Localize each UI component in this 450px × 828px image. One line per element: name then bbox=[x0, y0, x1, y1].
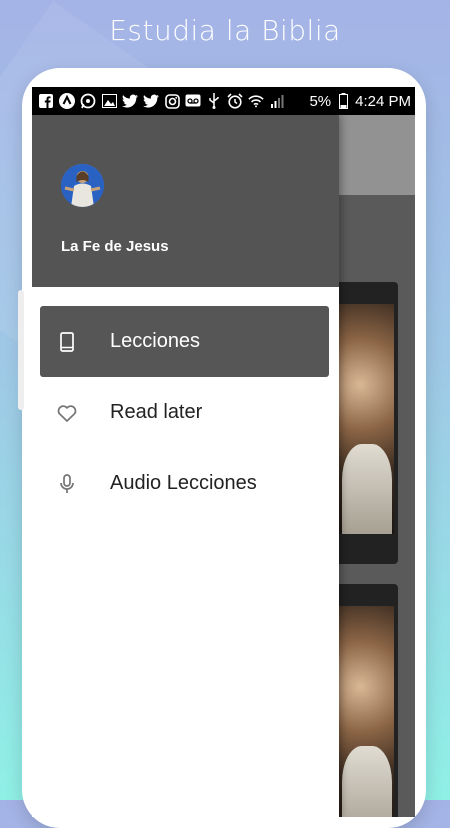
lesson-card[interactable] bbox=[332, 282, 398, 564]
lesson-card[interactable] bbox=[332, 584, 398, 817]
menu-item-label: Lecciones bbox=[110, 330, 201, 352]
twitter-icon bbox=[143, 93, 159, 109]
drawer-header: La Fe de Jesus bbox=[32, 115, 339, 287]
microphone-icon bbox=[55, 472, 79, 496]
jesus-image bbox=[338, 304, 394, 534]
phone-frame: 5% 4:24 PM La Fe de Jesus Lecciones Read… bbox=[22, 68, 426, 828]
phone-screen: 5% 4:24 PM La Fe de Jesus Lecciones Read… bbox=[32, 87, 415, 817]
whatsapp-icon bbox=[80, 93, 96, 109]
menu-item-lecciones[interactable]: Lecciones bbox=[40, 306, 329, 377]
battery-icon bbox=[335, 93, 351, 109]
app-name: La Fe de Jesus bbox=[61, 238, 169, 255]
promo-title: Estudia la Biblia bbox=[109, 14, 341, 47]
menu-item-read-later[interactable]: Read later bbox=[40, 377, 329, 448]
menu-item-audio-lecciones[interactable]: Audio Lecciones bbox=[40, 448, 329, 519]
menu-item-label: Audio Lecciones bbox=[110, 472, 257, 494]
arrow-up-icon bbox=[59, 93, 75, 109]
avatar[interactable] bbox=[61, 164, 104, 207]
navigation-drawer: La Fe de Jesus Lecciones Read later Audi… bbox=[32, 115, 339, 817]
alarm-icon bbox=[227, 93, 243, 109]
book-icon bbox=[55, 330, 79, 354]
twitter-icon bbox=[122, 93, 138, 109]
status-time: 4:24 PM bbox=[355, 92, 411, 110]
heart-icon bbox=[55, 401, 79, 425]
wifi-icon bbox=[248, 93, 264, 109]
signal-icon bbox=[269, 93, 285, 109]
battery-percent: 5% bbox=[309, 92, 332, 110]
voicemail-icon bbox=[185, 93, 201, 109]
menu-item-label: Read later bbox=[110, 401, 203, 423]
image-icon bbox=[101, 93, 117, 109]
status-bar: 5% 4:24 PM bbox=[32, 87, 415, 115]
facebook-icon bbox=[38, 93, 54, 109]
instagram-icon bbox=[164, 93, 180, 109]
usb-icon bbox=[206, 93, 222, 109]
phone-side-button bbox=[18, 290, 24, 410]
jesus-image bbox=[338, 606, 394, 817]
